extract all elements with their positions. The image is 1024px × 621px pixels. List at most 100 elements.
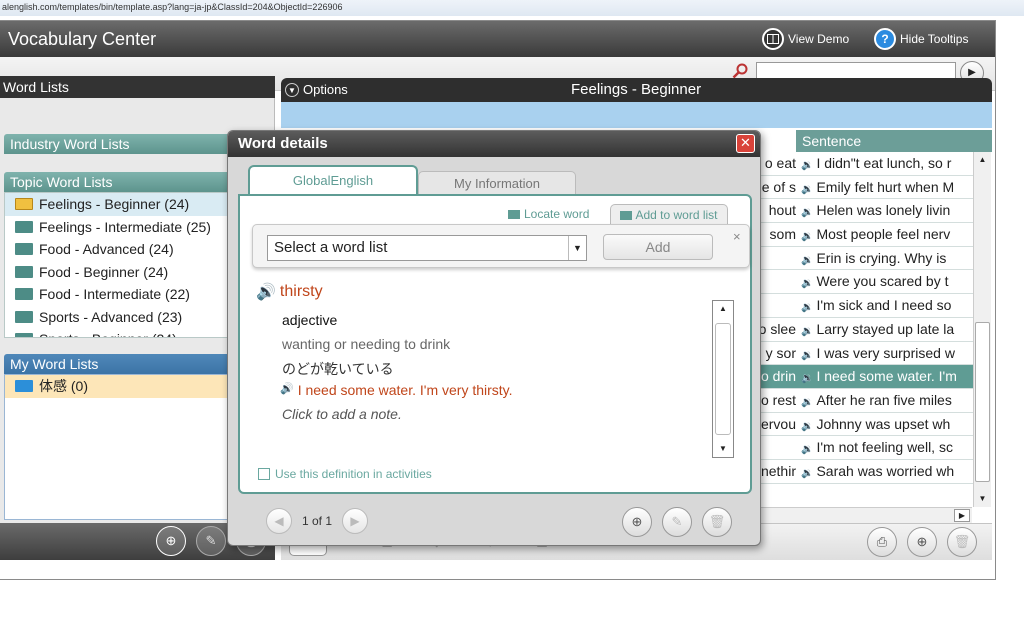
table-row[interactable]: 🔉 I was very surprised w: [798, 342, 973, 366]
sentence-text: I'm not feeling well, sc: [816, 439, 953, 456]
sentence-text: Erin is crying. Why is: [816, 249, 947, 266]
sentence-text: Were you scared by t: [816, 273, 949, 290]
print-button[interactable]: ⎙: [867, 527, 897, 557]
add-button[interactable]: Add: [603, 234, 713, 260]
speaker-icon[interactable]: 🔉: [801, 421, 813, 432]
scroll-thumb[interactable]: [975, 322, 990, 482]
table-horizontal-scrollbar[interactable]: ▶: [754, 507, 972, 523]
table-row[interactable]: 🔉 Erin is crying. Why is: [798, 247, 973, 271]
speaker-icon[interactable]: 🔉: [801, 207, 813, 218]
scroll-down-icon[interactable]: ▼: [713, 441, 733, 457]
speaker-icon[interactable]: 🔉: [801, 278, 813, 289]
sentence-text: Emily felt hurt when M: [816, 178, 955, 195]
folder-icon: [15, 288, 33, 301]
scroll-up-icon[interactable]: ▲: [713, 301, 733, 317]
word-list-select[interactable]: Select a word list ▼: [267, 235, 587, 261]
hide-tooltips-label: Hide Tooltips: [900, 32, 969, 46]
edit-word-button[interactable]: ✎: [662, 507, 692, 537]
table-row[interactable]: 🔉 I need some water. I'm: [798, 365, 973, 389]
table-row[interactable]: 🔉 Sarah was worried wh: [798, 460, 973, 484]
use-definition-label: Use this definition in activities: [275, 467, 432, 481]
table-row[interactable]: 🔉 I'm sick and I need so: [798, 294, 973, 318]
folder-icon: [15, 220, 33, 233]
table-vertical-scrollbar[interactable]: ▲ ▼: [973, 152, 991, 507]
book-icon: [762, 28, 784, 50]
folder-open-icon: [15, 198, 33, 211]
word-details-panel: Locate word Add to word list Select a wo…: [238, 194, 752, 494]
definition-scrollbar[interactable]: ▲ ▼: [712, 300, 734, 458]
sentence-text: Most people feel nerv: [816, 226, 951, 243]
add-word-icon: ⊕: [631, 514, 643, 529]
tab-globalenglish[interactable]: GlobalEnglish: [248, 165, 418, 195]
sentence-text: I'm sick and I need so: [816, 297, 952, 314]
example-sentence[interactable]: 🔊 I need some water. I'm very thirsty.: [280, 382, 513, 398]
delete-word-button[interactable]: 🗑: [947, 527, 977, 557]
tab-my-information[interactable]: My Information: [418, 171, 576, 195]
word-details-dialog: Word details ✕ GlobalEnglish My Informat…: [227, 130, 761, 546]
scroll-thumb[interactable]: [715, 323, 731, 435]
table-row[interactable]: 🔉 Larry stayed up late la: [798, 318, 973, 342]
scroll-down-icon[interactable]: ▼: [974, 491, 991, 507]
word-text: thirsty: [279, 283, 323, 300]
edit-list-button[interactable]: ✎: [196, 526, 226, 556]
previous-button[interactable]: ◀: [266, 508, 292, 534]
table-row[interactable]: 🔉 Most people feel nerv: [798, 223, 973, 247]
word-list-header: ▼ Options Feelings - Beginner: [281, 78, 992, 102]
add-word-to-list-button[interactable]: ⊕: [622, 507, 652, 537]
use-definition-checkbox[interactable]: [258, 468, 270, 480]
hide-tooltips-button[interactable]: ? Hide Tooltips: [874, 28, 968, 50]
example-text: I need some water. I'm very thirsty.: [297, 382, 513, 398]
word-list-title: Feelings - Beginner: [571, 81, 702, 98]
add-to-word-list-tab[interactable]: Add to word list: [610, 204, 728, 225]
table-row[interactable]: 🔉 I'm not feeling well, sc: [798, 436, 973, 460]
close-add-box-button[interactable]: ×: [733, 229, 741, 244]
folder-icon: [15, 380, 33, 393]
add-word-button[interactable]: ⊕: [907, 527, 937, 557]
close-icon: ✕: [740, 135, 751, 150]
table-row[interactable]: 🔉 Emily felt hurt when M: [798, 176, 973, 200]
locate-word-link[interactable]: Locate word: [508, 207, 589, 221]
folder-icon: [15, 333, 33, 337]
speaker-icon[interactable]: 🔉: [801, 350, 813, 361]
sentence-column-header[interactable]: Sentence: [796, 130, 992, 152]
speaker-icon[interactable]: 🔉: [801, 373, 813, 384]
scroll-up-icon[interactable]: ▲: [974, 152, 991, 168]
table-row[interactable]: 🔉 After he ran five miles: [798, 389, 973, 413]
table-row[interactable]: 🔉 Johnny was upset wh: [798, 413, 973, 437]
speaker-icon[interactable]: 🔉: [801, 326, 813, 337]
word-heading[interactable]: 🔊 thirsty: [256, 282, 323, 302]
dialog-title: Word details: [228, 131, 760, 157]
view-demo-button[interactable]: View Demo: [762, 28, 849, 50]
dialog-close-button[interactable]: ✕: [736, 134, 755, 153]
pencil-icon: ✎: [205, 533, 217, 548]
table-row[interactable]: 🔉 Were you scared by t: [798, 270, 973, 295]
add-note-prompt[interactable]: Click to add a note.: [282, 406, 402, 422]
chevron-down-icon[interactable]: ▼: [568, 236, 586, 260]
speaker-icon[interactable]: 🔊: [280, 382, 294, 398]
pencil-icon: ✎: [671, 514, 683, 529]
address-bar[interactable]: alenglish.com/templates/bin/template.asp…: [0, 0, 1024, 16]
speaker-icon[interactable]: 🔉: [801, 302, 813, 313]
speaker-icon[interactable]: 🔊: [256, 282, 276, 302]
speaker-icon[interactable]: 🔉: [801, 255, 813, 266]
trash-icon: 🗑: [708, 514, 726, 529]
next-button[interactable]: ▶: [342, 508, 369, 534]
table-row[interactable]: 🔉 I didn"t eat lunch, so r: [798, 152, 973, 176]
scroll-right-icon[interactable]: ▶: [954, 509, 970, 522]
add-list-button[interactable]: ⊕: [156, 526, 186, 556]
sentence-text: I need some water. I'm: [816, 368, 957, 385]
table-row[interactable]: 🔉 Helen was lonely livin: [798, 199, 973, 224]
use-definition-option[interactable]: Use this definition in activities: [258, 467, 432, 481]
speaker-icon[interactable]: 🔉: [801, 184, 813, 195]
speaker-icon[interactable]: 🔉: [801, 468, 813, 479]
word-list-band: [281, 102, 992, 128]
speaker-icon[interactable]: 🔉: [801, 231, 813, 242]
delete-word-button[interactable]: 🗑: [702, 507, 732, 537]
page-blank-area: [0, 586, 1024, 621]
speaker-icon[interactable]: 🔉: [801, 397, 813, 408]
speaker-icon[interactable]: 🔉: [801, 160, 813, 171]
view-demo-label: View Demo: [788, 32, 850, 46]
speaker-icon[interactable]: 🔉: [801, 444, 813, 455]
options-button[interactable]: ▼ Options: [285, 80, 348, 100]
play-arrow-icon: ▶: [968, 67, 976, 78]
